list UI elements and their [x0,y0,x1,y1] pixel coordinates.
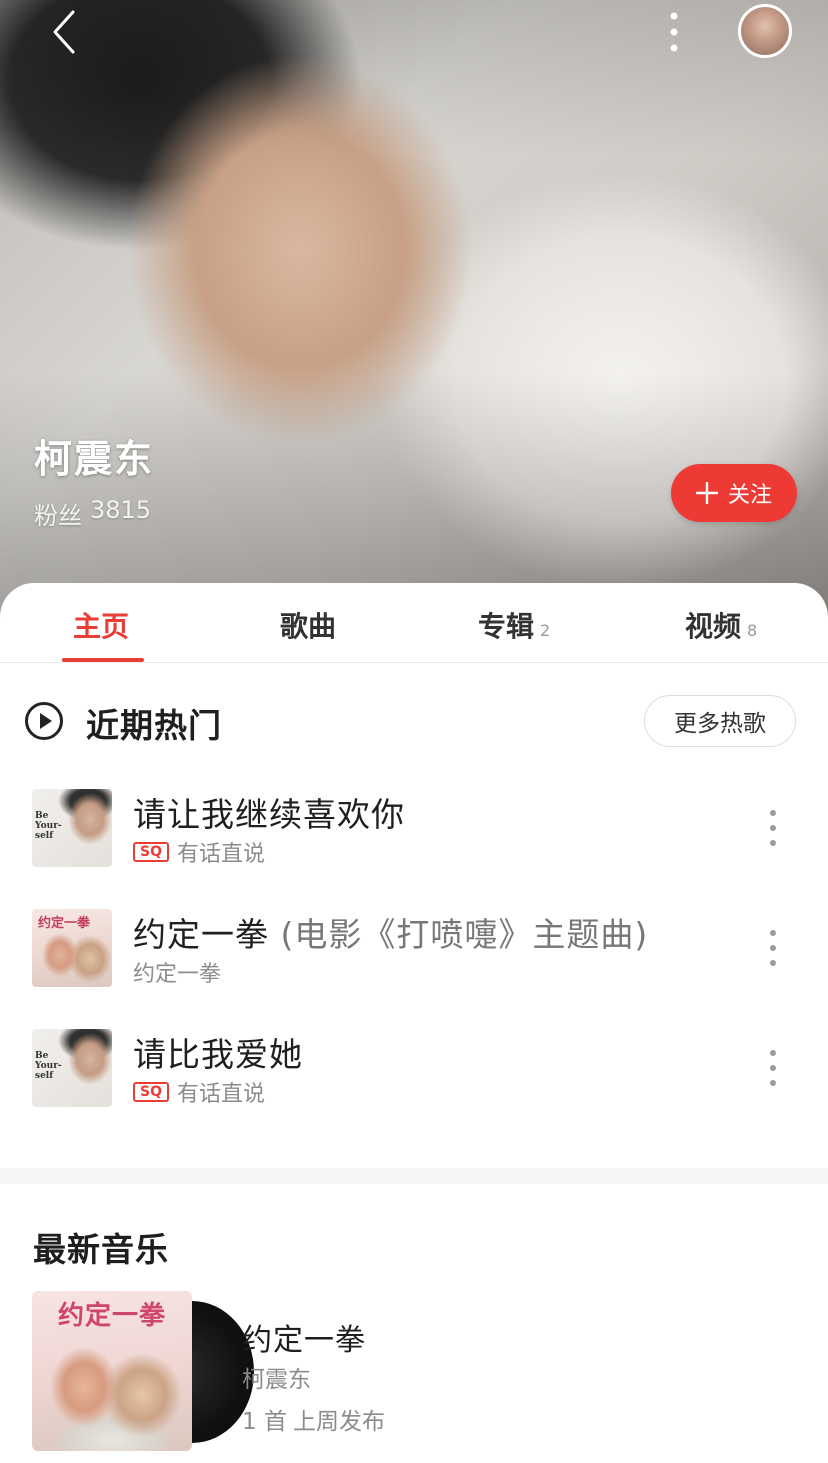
album-name[interactable]: 约定一拳 [242,1315,366,1359]
cover-text: Be Your-self [35,1051,62,1081]
back-button[interactable] [40,8,88,56]
song-album: 有话直说 [177,842,266,867]
follow-label: 关注 [727,483,772,508]
song-title: 请比我爱她 [133,1028,303,1076]
tab-songs[interactable]: 歌曲 [280,605,336,645]
active-tab-indicator [62,658,144,662]
song-cover: 约定一拳 [32,909,112,987]
tab-home[interactable]: 主页 [73,605,129,645]
song-subtitle: 约定一拳 [133,956,221,988]
fans-label: 粉丝 [34,502,82,530]
album-release: 上周发布 [292,1409,385,1435]
play-circle-icon[interactable] [24,701,64,741]
song-title: 请让我继续喜欢你 [133,788,405,836]
sq-badge: SQ [133,842,169,862]
sq-badge: SQ [133,1082,169,1102]
artist-hero-image: 柯震东 粉丝 3815 关注 [0,0,828,620]
song-cover: Be Your-self [32,1029,112,1107]
song-more-icon[interactable] [758,926,788,970]
song-cover: Be Your-self [32,789,112,867]
section-divider [0,1168,828,1184]
latest-music-title: 最新音乐 [33,1230,169,1269]
plus-icon [695,482,718,504]
more-hot-songs-button[interactable]: 更多热歌 [644,695,796,747]
album-meta: 1 首 上周发布 [242,1402,385,1436]
song-title: 约定一拳 (电影《打喷嚏》主题曲) [133,908,648,956]
tab-count: 2 [540,621,551,640]
more-options-button[interactable] [652,8,696,56]
song-album: 约定一拳 [133,962,222,987]
cover-text: 约定一拳 [58,1301,167,1331]
album-cover: 约定一拳 [32,1291,192,1451]
song-title-text: 约定一拳 [133,915,269,954]
artist-content-card: 主页 歌曲 专辑 2 视频 8 近期热门 更多热歌 Be Your-self 请让… [0,583,828,1463]
chevron-left-icon [53,10,75,54]
song-subtitle: SQ 有话直说 [133,836,265,868]
user-avatar[interactable] [738,4,792,58]
song-more-icon[interactable] [758,1046,788,1090]
cover-text: Be Your-self [35,811,62,841]
hot-section-title: 近期热门 [86,706,222,745]
song-subtitle: SQ 有话直说 [133,1076,265,1108]
song-row[interactable]: 约定一拳 约定一拳 (电影《打喷嚏》主题曲) 约定一拳 [0,900,828,996]
song-row[interactable]: Be Your-self 请让我继续喜欢你 SQ 有话直说 [0,780,828,876]
fans-number: 3815 [90,496,152,524]
tab-bar: 主页 歌曲 专辑 2 视频 8 [0,583,828,663]
song-title-text: 请让我继续喜欢你 [133,795,405,834]
latest-album-card[interactable]: 约定一拳 [32,1291,254,1451]
tab-albums[interactable]: 专辑 2 [478,605,550,645]
song-title-text: 请比我爱她 [133,1035,303,1074]
hot-section-header: 近期热门 更多热歌 [0,695,828,747]
tab-count: 8 [747,621,758,640]
song-album: 有话直说 [177,1082,266,1107]
follow-button[interactable]: 关注 [671,464,797,522]
song-more-icon[interactable] [758,806,788,850]
fans-count: 粉丝 3815 [34,496,151,531]
album-artist: 柯震东 [242,1367,311,1393]
song-row[interactable]: Be Your-self 请比我爱她 SQ 有话直说 [0,1020,828,1116]
cover-text: 约定一拳 [38,916,91,931]
song-title-suffix: (电影《打喷嚏》主题曲) [269,915,649,954]
tab-label: 视频 [685,610,742,643]
album-track-count: 1 首 [242,1409,287,1435]
tab-videos[interactable]: 视频 8 [685,605,757,645]
tab-label: 歌曲 [280,610,337,643]
tab-label: 主页 [73,610,130,643]
vertical-dots-icon [670,12,678,52]
tab-label: 专辑 [478,610,535,643]
artist-name: 柯震东 [34,437,155,481]
